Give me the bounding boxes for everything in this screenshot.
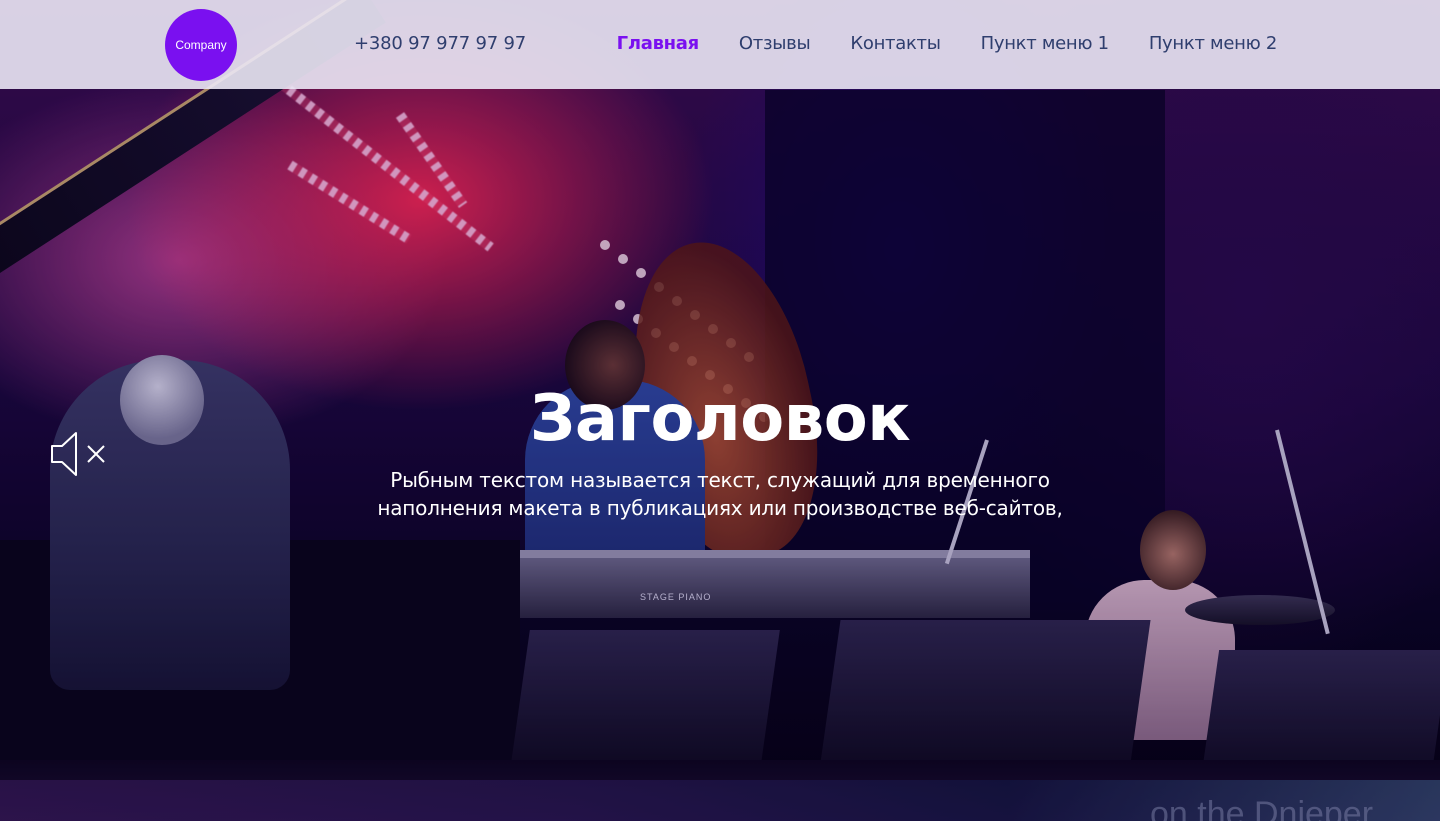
nav-item-reviews[interactable]: Отзывы: [739, 33, 811, 54]
nav-item-contacts[interactable]: Контакты: [850, 33, 941, 54]
hero-text: Рыбным текстом называется текст, служащи…: [377, 468, 1063, 520]
company-logo[interactable]: Company: [165, 9, 237, 81]
speaker-muted-icon: [51, 432, 105, 476]
nav-item-home[interactable]: Главная: [617, 33, 700, 54]
nav-item-menu-1[interactable]: Пункт меню 1: [981, 33, 1109, 54]
mute-button[interactable]: [48, 428, 108, 480]
main-nav: Главная Отзывы Контакты Пункт меню 1 Пун…: [617, 33, 1278, 54]
hero-section: STAGE PIANO on the Dnieper Заголовок Рыб…: [0, 0, 1440, 821]
hero-title: Заголовок: [529, 382, 911, 456]
nav-item-menu-2[interactable]: Пункт меню 2: [1149, 33, 1277, 54]
phone-link[interactable]: +380 97 977 97 97: [354, 33, 526, 54]
site-header: Company +380 97 977 97 97 Главная Отзывы…: [0, 0, 1440, 89]
